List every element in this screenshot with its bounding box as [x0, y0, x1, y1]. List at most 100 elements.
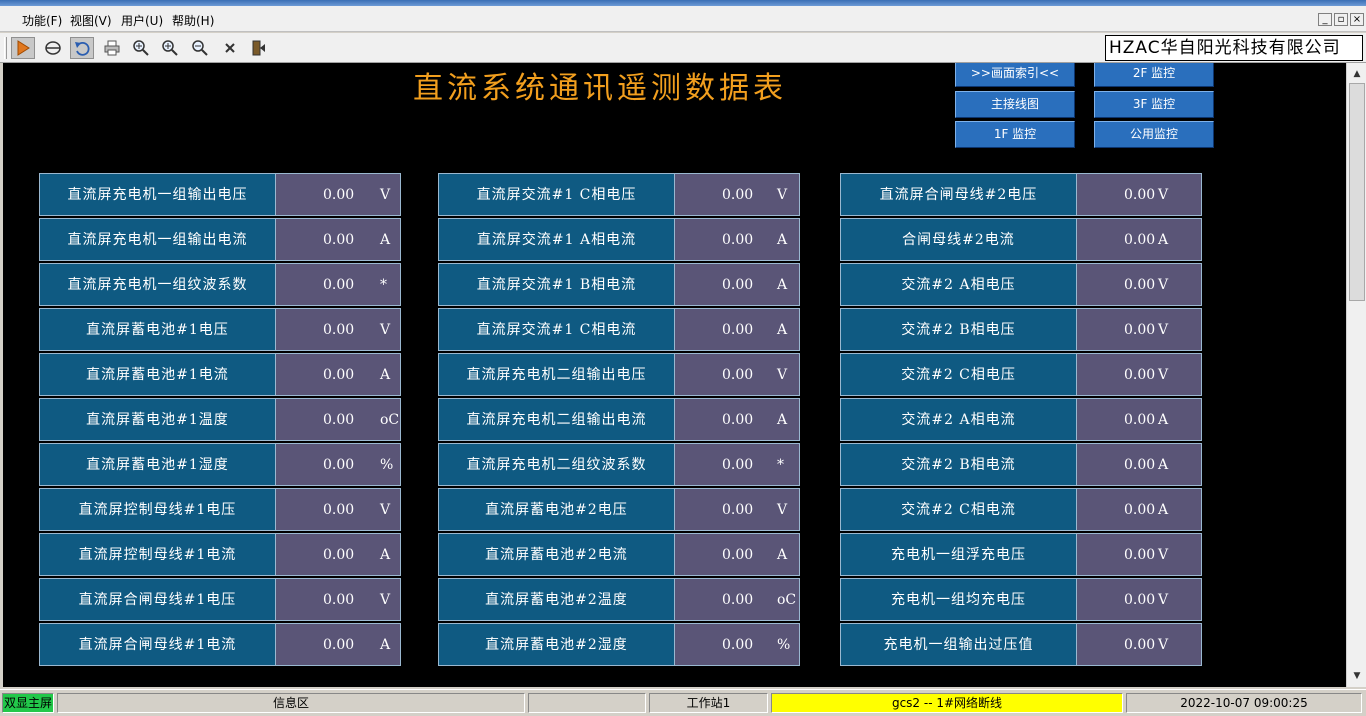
- status-blank: [528, 693, 646, 713]
- measurement-unit: *: [380, 277, 387, 293]
- undo-icon[interactable]: [70, 37, 94, 59]
- menu-function[interactable]: 功能(F): [22, 12, 62, 29]
- value-cell: 0.00 V: [276, 308, 401, 351]
- value-cell: 0.00 V: [1077, 623, 1202, 666]
- value-cell: 0.00 V: [276, 578, 401, 621]
- table-row: 交流#2 B相电压 0.00 V: [840, 308, 1202, 351]
- measurement-unit: V: [380, 592, 391, 608]
- toolbar: HZAC华自阳光科技有限公司: [0, 33, 1366, 63]
- measurement-value: 0.00: [1124, 592, 1156, 608]
- measurement-label: 直流屏充电机二组纹波系数: [438, 443, 675, 486]
- table-row: 充电机一组浮充电压 0.00 V: [840, 533, 1202, 576]
- table-row: 交流#2 A相电流 0.00 A: [840, 398, 1202, 441]
- measurement-value: 0.00: [323, 322, 355, 338]
- menu-view[interactable]: 视图(V): [70, 12, 112, 29]
- measurement-value: 0.00: [323, 232, 355, 248]
- vertical-scrollbar[interactable]: ▲ ▼: [1346, 63, 1366, 687]
- value-cell: 0.00 V: [1077, 533, 1202, 576]
- measurement-label: 直流屏合闸母线#1电压: [39, 578, 276, 621]
- exit-door-icon[interactable]: [247, 37, 271, 59]
- measurement-unit: A: [380, 232, 391, 248]
- value-cell: 0.00 A: [276, 623, 401, 666]
- table-row: 直流屏蓄电池#1湿度 0.00%: [39, 443, 401, 486]
- table-row: 交流#2 C相电流 0.00 A: [840, 488, 1202, 531]
- measurement-label: 直流屏交流#1 C相电流: [438, 308, 675, 351]
- table-row: 直流屏蓄电池#2电流 0.00 A: [438, 533, 800, 576]
- measurement-unit: V: [1158, 592, 1169, 608]
- measurement-label: 交流#2 C相电压: [840, 353, 1077, 396]
- view-icon[interactable]: [41, 37, 65, 59]
- toolbar-grip[interactable]: [4, 37, 7, 59]
- measurement-label: 交流#2 B相电压: [840, 308, 1077, 351]
- table-row: 直流屏交流#1 A相电流 0.00 A: [438, 218, 800, 261]
- floor-3f-button[interactable]: 3F 监控: [1094, 91, 1214, 118]
- minimize-icon[interactable]: _: [1318, 13, 1332, 26]
- restore-icon[interactable]: ▫: [1334, 13, 1348, 26]
- value-cell: 0.00 oC: [276, 398, 401, 441]
- measurement-value: 0.00: [323, 637, 355, 653]
- measurement-value: 0.00: [323, 457, 355, 473]
- measurement-unit: A: [777, 277, 788, 293]
- measurement-unit: A: [1158, 502, 1169, 518]
- print-icon[interactable]: [100, 37, 124, 59]
- value-cell: 0.00 A: [1077, 398, 1202, 441]
- scroll-down-icon[interactable]: ▼: [1349, 668, 1365, 684]
- floor-2f-button[interactable]: 2F 监控: [1094, 63, 1214, 87]
- measurement-unit: A: [380, 367, 391, 383]
- table-row: 直流屏蓄电池#1电压 0.00 V: [39, 308, 401, 351]
- main-wiring-button[interactable]: 主接线图: [955, 91, 1075, 118]
- zoom-out-icon[interactable]: [188, 37, 212, 59]
- measurement-value: 0.00: [722, 187, 754, 203]
- public-monitor-button[interactable]: 公用监控: [1094, 121, 1214, 148]
- measurement-unit: V: [777, 187, 788, 203]
- measurement-label: 直流屏充电机一组纹波系数: [39, 263, 276, 306]
- value-cell: 0.00 A: [1077, 488, 1202, 531]
- measurement-label: 合闸母线#2电流: [840, 218, 1077, 261]
- measurement-value: 0.00: [323, 187, 355, 203]
- value-cell: 0.00 *: [276, 263, 401, 306]
- measurement-unit: A: [380, 637, 391, 653]
- menu-help[interactable]: 帮助(H): [172, 12, 214, 29]
- workstation-status: 工作站1: [649, 693, 768, 713]
- measurement-unit: V: [380, 502, 391, 518]
- close-icon[interactable]: ×: [1350, 13, 1364, 26]
- measurement-unit: A: [777, 547, 788, 563]
- value-cell: 0.00 V: [1077, 578, 1202, 621]
- measurement-unit: V: [380, 322, 391, 338]
- measurement-label: 直流屏蓄电池#1温度: [39, 398, 276, 441]
- run-icon[interactable]: [11, 37, 35, 59]
- measurement-unit: V: [1158, 367, 1169, 383]
- zoom-icon[interactable]: [129, 37, 153, 59]
- measurement-unit: V: [1158, 277, 1169, 293]
- scroll-thumb[interactable]: [1349, 83, 1365, 301]
- measurement-unit: oC: [777, 592, 797, 608]
- table-row: 直流屏蓄电池#2电压 0.00 V: [438, 488, 800, 531]
- measurement-label: 直流屏充电机一组输出电压: [39, 173, 276, 216]
- value-cell: 0.00 A: [675, 263, 800, 306]
- status-bar: 双显主屏 信息区 工作站1 gcs2 -- 1#网络断线 2022-10-07 …: [0, 689, 1366, 716]
- table-row: 交流#2 C相电压 0.00 V: [840, 353, 1202, 396]
- measurement-label: 直流屏交流#1 A相电流: [438, 218, 675, 261]
- value-cell: 0.00 V: [675, 488, 800, 531]
- measurement-unit: V: [777, 502, 788, 518]
- zoom-in-icon[interactable]: [158, 37, 182, 59]
- measurement-value: 0.00: [1124, 547, 1156, 563]
- measurement-value: 0.00: [722, 322, 754, 338]
- measurement-unit: V: [1158, 547, 1169, 563]
- value-cell: 0.00 *: [675, 443, 800, 486]
- close-x-icon[interactable]: [218, 37, 242, 59]
- screen-index-button[interactable]: >>画面索引<<: [955, 63, 1075, 87]
- measurement-value: 0.00: [722, 547, 754, 563]
- table-row: 直流屏合闸母线#2电压 0.00 V: [840, 173, 1202, 216]
- value-cell: 0.00 V: [1077, 353, 1202, 396]
- floor-1f-button[interactable]: 1F 监控: [955, 121, 1075, 148]
- scroll-up-icon[interactable]: ▲: [1349, 66, 1365, 82]
- page-title: 直流系统通讯遥测数据表: [413, 71, 787, 106]
- table-row: 直流屏充电机二组纹波系数 0.00 *: [438, 443, 800, 486]
- measurement-value: 0.00: [1124, 457, 1156, 473]
- company-name: HZAC华自阳光科技有限公司: [1105, 35, 1363, 61]
- measurement-value: 0.00: [722, 592, 754, 608]
- menu-user[interactable]: 用户(U): [121, 12, 163, 29]
- table-row: 直流屏充电机一组纹波系数 0.00 *: [39, 263, 401, 306]
- measurement-value: 0.00: [1124, 502, 1156, 518]
